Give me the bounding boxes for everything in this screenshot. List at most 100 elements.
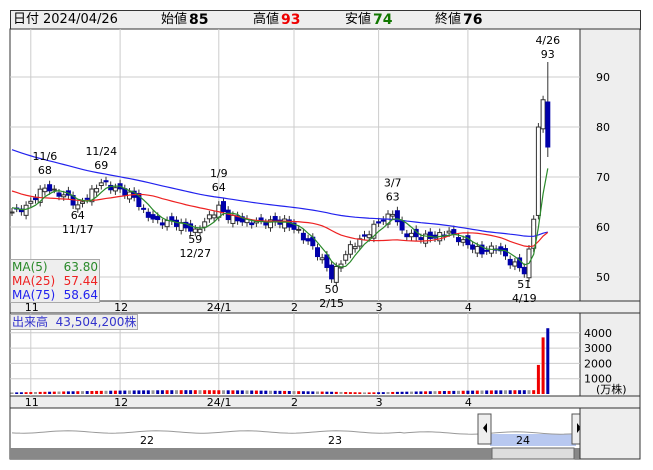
candle-body xyxy=(155,215,161,221)
volume-bar xyxy=(471,390,475,394)
volume-bar xyxy=(222,390,225,394)
volume-bar xyxy=(48,391,52,394)
volume-unit: (万株) xyxy=(596,382,627,396)
candle-body xyxy=(145,211,151,218)
volume-bar xyxy=(518,390,522,394)
volume-bar xyxy=(292,391,296,394)
volume-bar xyxy=(344,392,348,394)
volume-bar xyxy=(330,391,334,394)
candle-body xyxy=(366,234,372,239)
volume-bar xyxy=(513,390,517,394)
volume-bar xyxy=(405,391,409,394)
annotation-label: 64 xyxy=(71,209,85,222)
volume-bar xyxy=(457,390,460,394)
annotation-label: 11/17 xyxy=(62,223,94,236)
ma75-value: 58.64 xyxy=(63,288,98,302)
volume-bar xyxy=(508,390,512,394)
volume-bar xyxy=(283,390,287,394)
volume-bar xyxy=(278,390,282,394)
annotation-label: 1/9 xyxy=(210,167,228,180)
candle-body xyxy=(47,184,53,192)
candle-body xyxy=(141,207,147,210)
volume-bar xyxy=(428,391,432,394)
candle-body xyxy=(230,214,236,224)
volume-bar xyxy=(66,391,70,394)
price-tick-label: 90 xyxy=(596,71,610,84)
volume-bar xyxy=(29,392,33,394)
volume-bar xyxy=(19,392,23,394)
volume-bar xyxy=(57,391,61,394)
candle-body xyxy=(150,214,156,220)
annotation-label: 2/15 xyxy=(319,297,344,310)
volume-bar xyxy=(231,390,235,394)
volume-label: 出来高 xyxy=(12,315,49,329)
annotation-label: 63 xyxy=(386,190,400,203)
ma25-value: 57.44 xyxy=(63,274,98,288)
volume-bar xyxy=(452,390,456,394)
candle-body xyxy=(98,182,104,186)
navigator-side-panel xyxy=(579,407,641,460)
volume-value: 43,504,200株 xyxy=(55,315,137,329)
candle-body xyxy=(460,239,466,243)
volume-bar xyxy=(264,390,268,394)
price-tick-label: 50 xyxy=(596,271,610,284)
navigator-year-label: 22 xyxy=(140,434,154,447)
candle-body xyxy=(390,213,396,217)
volume-tick-label: 2000 xyxy=(584,357,612,370)
volume-bar xyxy=(381,392,385,394)
price-chart: 90807060504000300020001000(万株)1111121224… xyxy=(9,28,641,460)
volume-bar xyxy=(297,391,301,394)
volume-bar xyxy=(137,390,141,394)
volume-bar xyxy=(541,337,545,394)
candle-body xyxy=(33,197,38,201)
candle-body xyxy=(221,201,226,212)
volume-bar xyxy=(160,390,164,394)
month-label: 2 xyxy=(291,301,298,314)
annotation-label: 51 xyxy=(517,278,531,291)
candle-body xyxy=(343,254,349,261)
volume-bar xyxy=(38,391,42,394)
month-label: 3 xyxy=(376,396,383,409)
volume-bar xyxy=(316,391,319,394)
candle-body xyxy=(362,234,367,237)
volume-bar xyxy=(339,391,343,394)
volume-bar xyxy=(43,391,47,394)
volume-bar xyxy=(76,391,80,394)
candle-body xyxy=(484,249,490,252)
volume-bar xyxy=(104,390,108,394)
month-label: 24/1 xyxy=(207,396,232,409)
volume-bar xyxy=(419,391,423,394)
annotation-label: 11/6 xyxy=(33,150,58,163)
volume-bar xyxy=(400,391,404,394)
volume-bar xyxy=(489,390,493,394)
candle-body xyxy=(470,244,476,250)
volume-bar xyxy=(250,390,254,394)
candle-body xyxy=(164,220,170,228)
volume-bar xyxy=(504,390,507,394)
candle-body xyxy=(512,261,518,267)
volume-bar xyxy=(466,390,470,394)
volume-tick-label: 3000 xyxy=(584,342,612,355)
month-label: 12 xyxy=(114,396,128,409)
price-tick-label: 60 xyxy=(596,221,610,234)
navigator-year-label: 24 xyxy=(516,434,530,447)
volume-bar xyxy=(269,390,272,394)
ma5-label: MA(5) xyxy=(12,260,48,274)
candle-body xyxy=(84,197,90,200)
volume-bar xyxy=(546,328,550,394)
volume-bar xyxy=(15,392,19,394)
volume-bar xyxy=(527,390,531,394)
volume-bar xyxy=(226,390,230,394)
navigator-scrollbar-thumb[interactable] xyxy=(491,447,575,460)
volume-bar xyxy=(62,391,66,394)
candle-body xyxy=(427,231,433,239)
volume-bar xyxy=(52,391,56,394)
candle-body xyxy=(206,214,212,220)
candle-body xyxy=(192,228,198,233)
volume-bar xyxy=(377,392,381,394)
volume-bar xyxy=(236,390,240,394)
volume-bar xyxy=(372,392,376,394)
volume-bar xyxy=(273,390,277,394)
volume-bar xyxy=(151,390,155,394)
candle-body xyxy=(474,246,480,254)
